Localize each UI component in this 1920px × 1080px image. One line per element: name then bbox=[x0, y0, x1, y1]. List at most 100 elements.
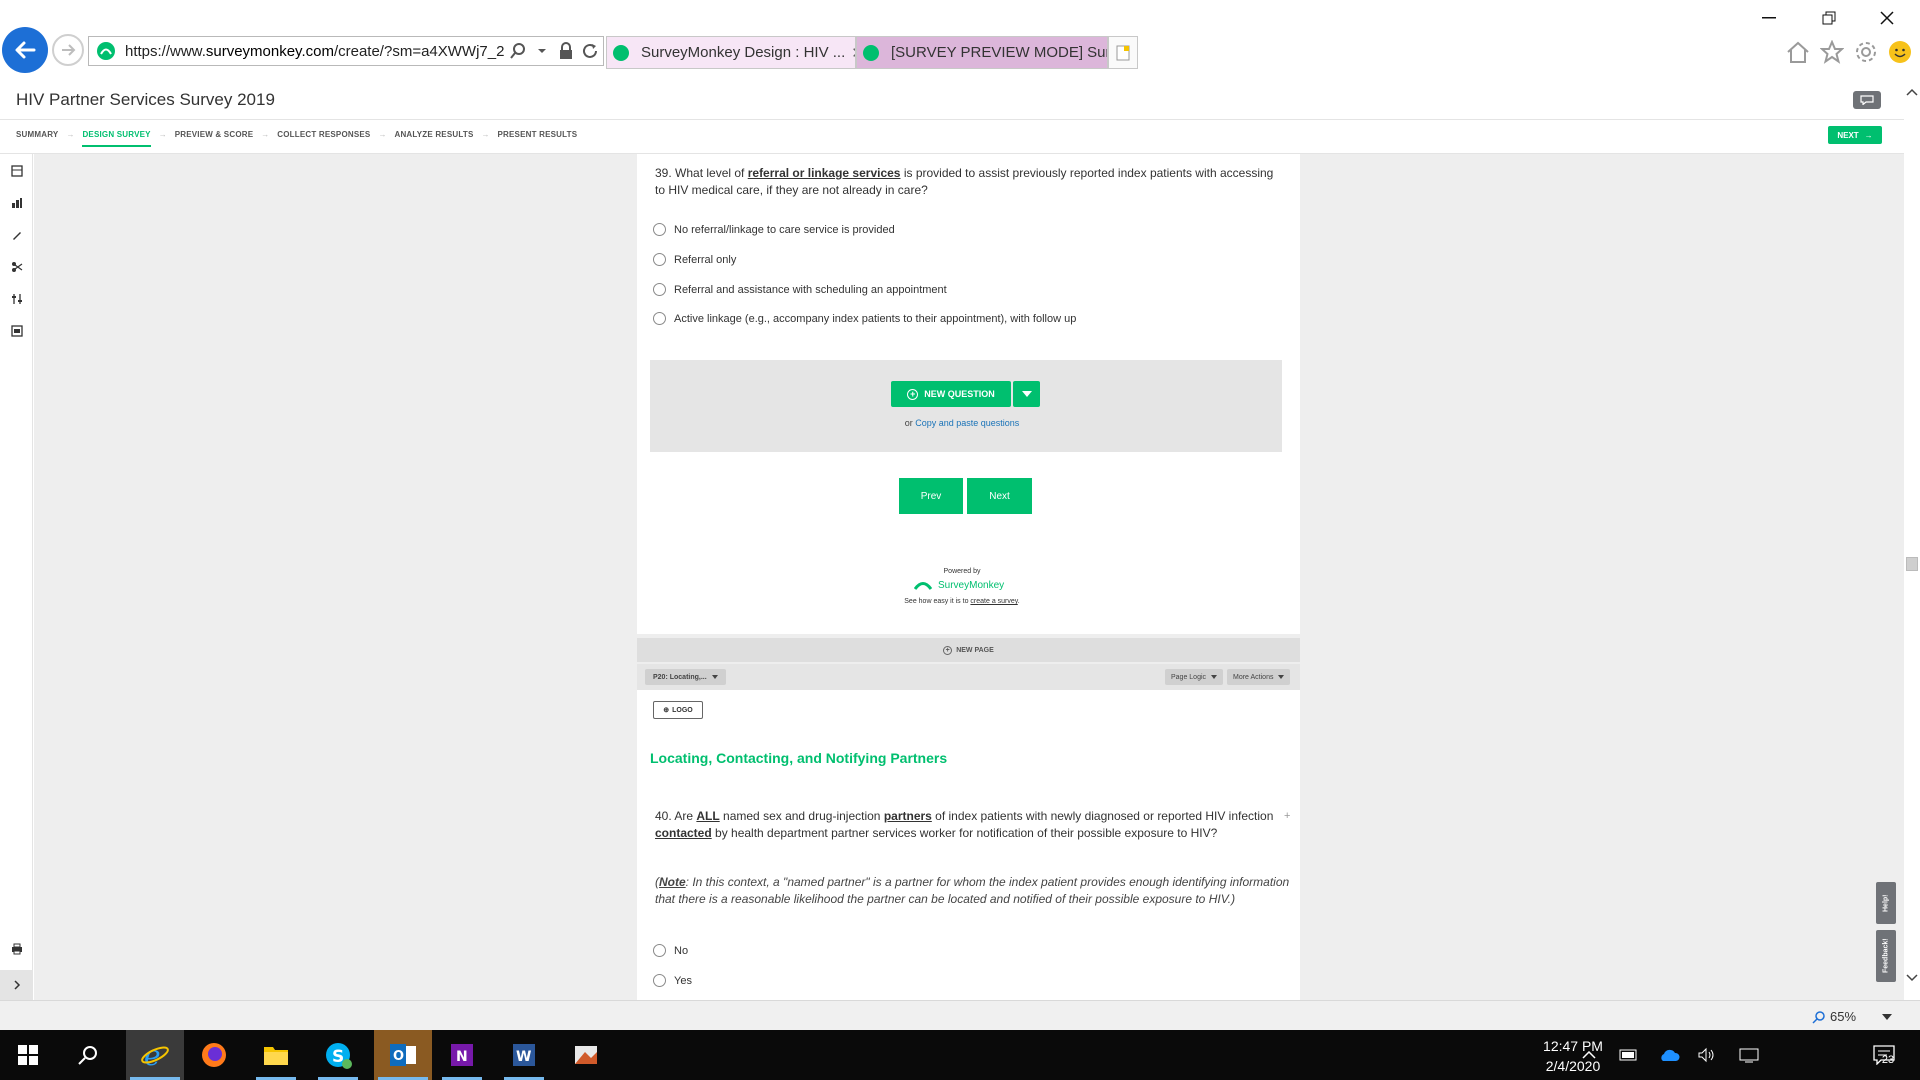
close-window-button[interactable] bbox=[1874, 8, 1900, 28]
tab-survey-preview[interactable]: [SURVEY PREVIEW MODE] Surv... bbox=[856, 36, 1108, 69]
q39-option[interactable]: No referral/linkage to care service is p… bbox=[653, 223, 895, 236]
pencil-icon[interactable] bbox=[8, 226, 25, 243]
copy-paste-questions-link[interactable]: Copy and paste questions bbox=[915, 418, 1019, 428]
taskbar-snipping-tool[interactable] bbox=[562, 1030, 610, 1080]
step-design-survey[interactable]: DESIGN SURVEY bbox=[82, 130, 151, 147]
new-page-bar[interactable]: + NEW PAGE bbox=[637, 638, 1300, 662]
home-icon[interactable] bbox=[1784, 38, 1812, 66]
option-label: Referral only bbox=[674, 253, 737, 266]
url-text[interactable]: https://www.surveymonkey.com/create/?sm=… bbox=[125, 43, 505, 60]
scroll-up-icon[interactable] bbox=[1904, 84, 1920, 100]
refresh-icon[interactable] bbox=[579, 40, 601, 62]
dropdown-icon[interactable] bbox=[531, 40, 553, 62]
question-39-text[interactable]: 39. What level of referral or linkage se… bbox=[655, 165, 1285, 198]
new-question-dropdown[interactable] bbox=[1013, 381, 1040, 407]
option-label: Active linkage (e.g., accompany index pa… bbox=[674, 312, 1077, 325]
options-sliders-icon[interactable] bbox=[8, 290, 25, 307]
next-button[interactable]: Next bbox=[967, 478, 1032, 514]
tab-label: [SURVEY PREVIEW MODE] Surv... bbox=[891, 44, 1108, 61]
question-bank-icon[interactable] bbox=[8, 194, 25, 211]
print-layout-icon[interactable] bbox=[8, 322, 25, 339]
new-question-button[interactable]: + NEW QUESTION bbox=[891, 381, 1011, 407]
powered-by-text: Powered by bbox=[943, 568, 981, 575]
taskbar-firefox[interactable] bbox=[190, 1030, 238, 1080]
step-present-results[interactable]: PRESENT RESULTS bbox=[497, 130, 577, 139]
forward-button[interactable] bbox=[52, 34, 84, 66]
tab-surveymonkey-design[interactable]: SurveyMonkey Design : HIV ... ✕ bbox=[606, 36, 856, 69]
page-title[interactable]: Locating, Contacting, and Notifying Part… bbox=[650, 750, 947, 766]
lock-icon[interactable] bbox=[555, 40, 577, 62]
volume-icon[interactable] bbox=[1696, 1046, 1718, 1064]
radio-button[interactable] bbox=[653, 283, 666, 296]
page-select-dropdown[interactable]: P20: Locating,... bbox=[645, 669, 726, 685]
scroll-down-icon[interactable] bbox=[1904, 970, 1920, 986]
new-tab-button[interactable] bbox=[1108, 36, 1138, 69]
radio-button[interactable] bbox=[653, 312, 666, 325]
comments-button[interactable] bbox=[1853, 91, 1881, 109]
radio-button[interactable] bbox=[653, 223, 666, 236]
taskbar-clock[interactable]: 12:47 PM 2/4/2020 bbox=[1526, 1036, 1620, 1076]
step-analyze-results[interactable]: ANALYZE RESULTS bbox=[394, 130, 473, 139]
search-icon[interactable] bbox=[507, 40, 529, 62]
builder-icon[interactable] bbox=[8, 162, 25, 179]
move-question-icon[interactable]: + bbox=[1284, 810, 1290, 822]
zoom-magnifier-icon bbox=[1812, 1010, 1825, 1024]
search-button[interactable] bbox=[64, 1030, 112, 1080]
feedback-tab[interactable]: Feedback! bbox=[1876, 930, 1896, 982]
start-button[interactable] bbox=[4, 1030, 52, 1080]
help-tab[interactable]: Help! bbox=[1876, 882, 1896, 924]
network-icon[interactable] bbox=[1738, 1046, 1760, 1064]
page-logic-button[interactable]: Page Logic bbox=[1165, 669, 1224, 685]
settings-gear-icon[interactable] bbox=[1852, 38, 1880, 66]
survey-title[interactable]: HIV Partner Services Survey 2019 bbox=[16, 90, 275, 110]
q40-option[interactable]: No bbox=[653, 944, 688, 957]
step-collect-responses[interactable]: COLLECT RESPONSES bbox=[277, 130, 370, 139]
taskbar-internet-explorer[interactable]: e bbox=[126, 1030, 184, 1080]
radio-button[interactable] bbox=[653, 253, 666, 266]
vertical-scrollbar[interactable] bbox=[1904, 84, 1920, 1000]
smiley-feedback-icon[interactable] bbox=[1886, 38, 1914, 66]
step-summary[interactable]: SUMMARY bbox=[16, 130, 58, 139]
onedrive-cloud-icon[interactable] bbox=[1658, 1046, 1680, 1064]
q40-option[interactable]: Yes bbox=[653, 974, 692, 987]
taskbar-word[interactable]: W bbox=[500, 1030, 548, 1080]
logic-icon[interactable] bbox=[8, 258, 25, 275]
address-bar[interactable]: https://www.surveymonkey.com/create/?sm=… bbox=[88, 36, 604, 66]
url-domain: surveymonkey.com bbox=[205, 42, 334, 60]
print-icon[interactable] bbox=[8, 940, 25, 957]
folder-icon bbox=[264, 1047, 288, 1065]
taskbar-file-explorer[interactable] bbox=[252, 1030, 300, 1080]
prev-button[interactable]: Prev bbox=[899, 478, 963, 514]
step-preview-score[interactable]: PREVIEW & SCORE bbox=[175, 130, 254, 139]
restore-icon bbox=[1822, 11, 1836, 25]
option-label: Yes bbox=[674, 974, 692, 987]
arrow-right-icon: → bbox=[1864, 130, 1873, 140]
zoom-control[interactable]: 65% bbox=[1812, 1009, 1893, 1024]
next-step-button[interactable]: NEXT → bbox=[1828, 126, 1882, 144]
q40-emphasis-all: ALL bbox=[696, 809, 720, 823]
scrollbar-thumb[interactable] bbox=[1906, 557, 1918, 571]
question-40-text[interactable]: 40. Are ALL named sex and drug-injection… bbox=[655, 808, 1291, 841]
taskbar-onenote[interactable]: N bbox=[438, 1030, 486, 1080]
q39-option[interactable]: Referral and assistance with scheduling … bbox=[653, 283, 947, 296]
q39-option[interactable]: Referral only bbox=[653, 253, 736, 266]
add-logo-button[interactable]: ⊕ LOGO bbox=[653, 701, 703, 719]
page-toolbar: P20: Locating,... Page Logic More Action… bbox=[637, 664, 1300, 690]
logo-label: LOGO bbox=[672, 706, 693, 714]
minimize-button[interactable] bbox=[1756, 8, 1782, 28]
favorites-star-icon[interactable] bbox=[1818, 38, 1846, 66]
q39-option[interactable]: Active linkage (e.g., accompany index pa… bbox=[653, 312, 1076, 325]
battery-icon[interactable] bbox=[1618, 1046, 1640, 1064]
back-button[interactable] bbox=[2, 27, 48, 73]
chevron-down-icon[interactable] bbox=[1882, 1013, 1893, 1020]
more-actions-button[interactable]: More Actions bbox=[1227, 669, 1291, 685]
expand-rail-button[interactable] bbox=[0, 970, 33, 1000]
create-survey-link[interactable]: create a survey bbox=[970, 598, 1017, 605]
chevron-down-icon bbox=[1278, 675, 1285, 679]
taskbar-outlook[interactable]: O bbox=[374, 1030, 432, 1080]
taskbar-skype[interactable]: S bbox=[314, 1030, 362, 1080]
surveymonkey-logo[interactable]: SurveyMonkey bbox=[914, 580, 1004, 591]
restore-button[interactable] bbox=[1816, 8, 1842, 28]
radio-button[interactable] bbox=[653, 974, 666, 987]
radio-button[interactable] bbox=[653, 944, 666, 957]
